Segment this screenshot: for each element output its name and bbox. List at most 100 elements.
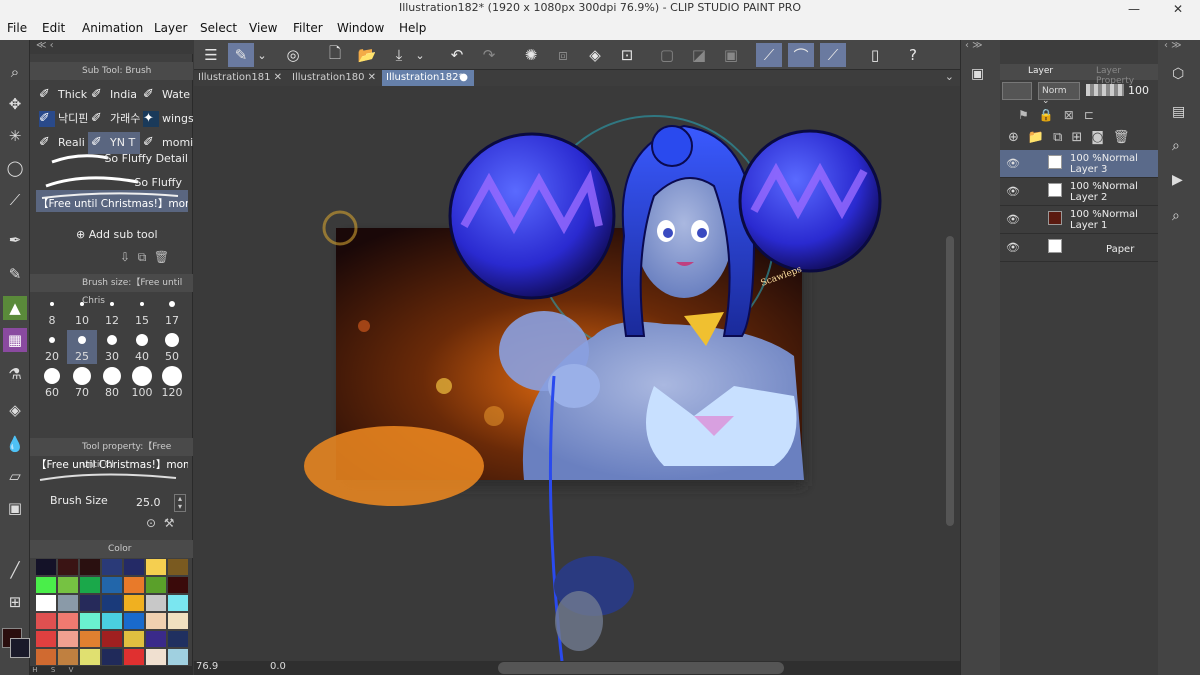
color-swatch[interactable] <box>58 595 78 611</box>
color-swatch[interactable] <box>124 595 144 611</box>
rotation-value[interactable]: 0.0 <box>270 661 286 672</box>
size-spinner[interactable]: ▴ ▾ <box>174 494 186 512</box>
brush-korean-1[interactable]: ✐ 낙디핀 <box>36 108 88 130</box>
menu-window[interactable]: Window <box>337 21 384 35</box>
color-swatch[interactable] <box>168 595 188 611</box>
color-swatch[interactable] <box>124 577 144 593</box>
brush-size-option[interactable]: 60 <box>37 366 67 400</box>
color-swatch[interactable] <box>58 577 78 593</box>
color-swatch[interactable] <box>146 559 166 575</box>
clip-icon[interactable]: ⊏ <box>1084 108 1104 122</box>
auto-select-icon[interactable]: ✳ <box>3 124 27 148</box>
color-swatch[interactable] <box>36 613 56 629</box>
color-swatch[interactable] <box>168 613 188 629</box>
color-swatch[interactable] <box>168 631 188 647</box>
brush-india[interactable]: ✐ India <box>88 84 140 106</box>
layer-row[interactable]: 👁 100 %Normal Layer 2 <box>1000 178 1158 206</box>
color-swatch[interactable] <box>146 577 166 593</box>
eye-icon[interactable]: 👁 <box>1006 157 1020 170</box>
save-icon[interactable]: ⤓ <box>386 43 412 67</box>
color-swatch[interactable] <box>58 631 78 647</box>
sub-view-icon[interactable]: ▤ <box>1172 104 1185 120</box>
brush-size-option[interactable]: 10 <box>67 294 97 328</box>
copy-layer-icon[interactable]: ⧉ <box>1053 130 1071 145</box>
tab-illustration181[interactable]: Illustration181 ✕ <box>194 70 288 86</box>
brush-wings[interactable]: ✦ wings <box>140 108 193 130</box>
zoom-value[interactable]: 76.9 <box>196 661 218 672</box>
color-swatch[interactable] <box>36 595 56 611</box>
color-swatch[interactable] <box>80 577 100 593</box>
color-swatch[interactable] <box>36 559 56 575</box>
menu-edit[interactable]: Edit <box>42 21 65 35</box>
merge-icon[interactable]: ⊞ <box>1071 130 1091 145</box>
color-swatch[interactable] <box>146 631 166 647</box>
download-icon[interactable]: ⇩ <box>120 250 130 264</box>
new-folder-icon[interactable]: 📁 <box>1028 130 1053 145</box>
airbrush-icon[interactable]: ⚗ <box>3 362 27 386</box>
fill-icon[interactable]: ◈ <box>3 398 27 422</box>
color-swatch[interactable] <box>146 613 166 629</box>
panel-collapse-bar[interactable]: ‹ ≫ <box>961 40 1001 54</box>
color-swatch[interactable] <box>80 559 100 575</box>
color-swatch[interactable] <box>124 613 144 629</box>
vertical-scrollbar[interactable] <box>946 236 954 526</box>
brush-size-option[interactable]: 30 <box>97 330 127 364</box>
menu-view[interactable]: View <box>249 21 277 35</box>
color-swatch[interactable] <box>146 649 166 665</box>
color-swatch[interactable] <box>124 631 144 647</box>
color-swatch[interactable] <box>102 613 122 629</box>
lock-icon[interactable]: 🔒 <box>1039 108 1064 122</box>
chevron-down-icon[interactable]: ⌄ <box>412 43 428 67</box>
selection-border-icon[interactable]: ▣ <box>718 43 744 67</box>
stroke-item-fluffy-detail[interactable]: So Fluffy Detail <box>36 150 188 172</box>
pencil-icon[interactable]: ✎ <box>3 262 27 286</box>
menu-select[interactable]: Select <box>200 21 237 35</box>
color-swatch[interactable] <box>102 577 122 593</box>
snap-grid-icon[interactable]: ⟋ <box>820 43 846 67</box>
menu-file[interactable]: File <box>7 21 27 35</box>
transform-icon[interactable]: ⊡ <box>614 43 640 67</box>
brush-size-option[interactable]: 50 <box>157 330 187 364</box>
eraser-icon[interactable]: ▱ <box>3 464 27 488</box>
horizontal-scrollbar[interactable] <box>498 662 784 674</box>
panel-collapse-bar[interactable]: ≪ ‹ <box>30 40 193 54</box>
menu-layer[interactable]: Layer <box>154 21 187 35</box>
color-swatch[interactable] <box>80 631 100 647</box>
blend-mode-select[interactable]: Norm ⌄ <box>1038 82 1080 106</box>
duplicate-icon[interactable]: ⧉ <box>138 250 147 264</box>
gradient-icon[interactable]: ▣ <box>3 496 27 520</box>
color-swatch[interactable] <box>124 559 144 575</box>
tab-illustration182[interactable]: Illustration182* ● <box>382 70 474 86</box>
search-icon[interactable]: ⌕ <box>1172 138 1180 154</box>
brush-size-option[interactable]: 15 <box>127 294 157 328</box>
device-icon[interactable]: ▯ <box>862 43 888 67</box>
color-swatch[interactable] <box>80 613 100 629</box>
timeline-icon[interactable]: ▶ <box>1172 172 1183 188</box>
brush-size-option[interactable]: 40 <box>127 330 157 364</box>
eye-icon[interactable]: 👁 <box>1006 185 1020 198</box>
canvas-area[interactable]: Scawleps <box>194 86 960 662</box>
chevron-down-icon[interactable]: ⌄ <box>945 70 954 83</box>
layer-row[interactable]: 👁 Paper <box>1000 234 1158 262</box>
pen-icon[interactable]: ✒ <box>3 228 27 252</box>
menu-help[interactable]: Help <box>399 21 426 35</box>
color-swatch[interactable] <box>102 559 122 575</box>
brush-korean-2[interactable]: ✐ 가래수 <box>88 108 140 130</box>
clip-studio-icon[interactable]: ◎ <box>280 43 306 67</box>
brush-size-option[interactable]: 8 <box>37 294 67 328</box>
artwork-canvas[interactable]: Scawleps <box>194 86 960 662</box>
new-file-icon[interactable]: 🗋 <box>322 43 348 67</box>
mask-icon[interactable]: ◙ <box>1091 130 1113 145</box>
hide-selection-icon[interactable]: ▢ <box>654 43 680 67</box>
fill-selection-icon[interactable]: ◈ <box>582 43 608 67</box>
blend-icon[interactable]: 💧 <box>3 432 27 456</box>
close-button[interactable]: ✕ <box>1156 0 1200 18</box>
brush-size-option[interactable]: 100 <box>127 366 157 400</box>
brush-thick[interactable]: ✐ Thick <box>36 84 88 106</box>
clear-icon[interactable]: ✺ <box>518 43 544 67</box>
undo-icon[interactable]: ↶ <box>444 43 470 67</box>
selection-invert-icon[interactable]: ◪ <box>686 43 712 67</box>
new-raster-icon[interactable]: ⊕ <box>1008 130 1028 145</box>
chevron-down-icon[interactable]: ⌄ <box>254 43 270 67</box>
layer-ref-icon[interactable]: ⚑ <box>1018 108 1039 122</box>
